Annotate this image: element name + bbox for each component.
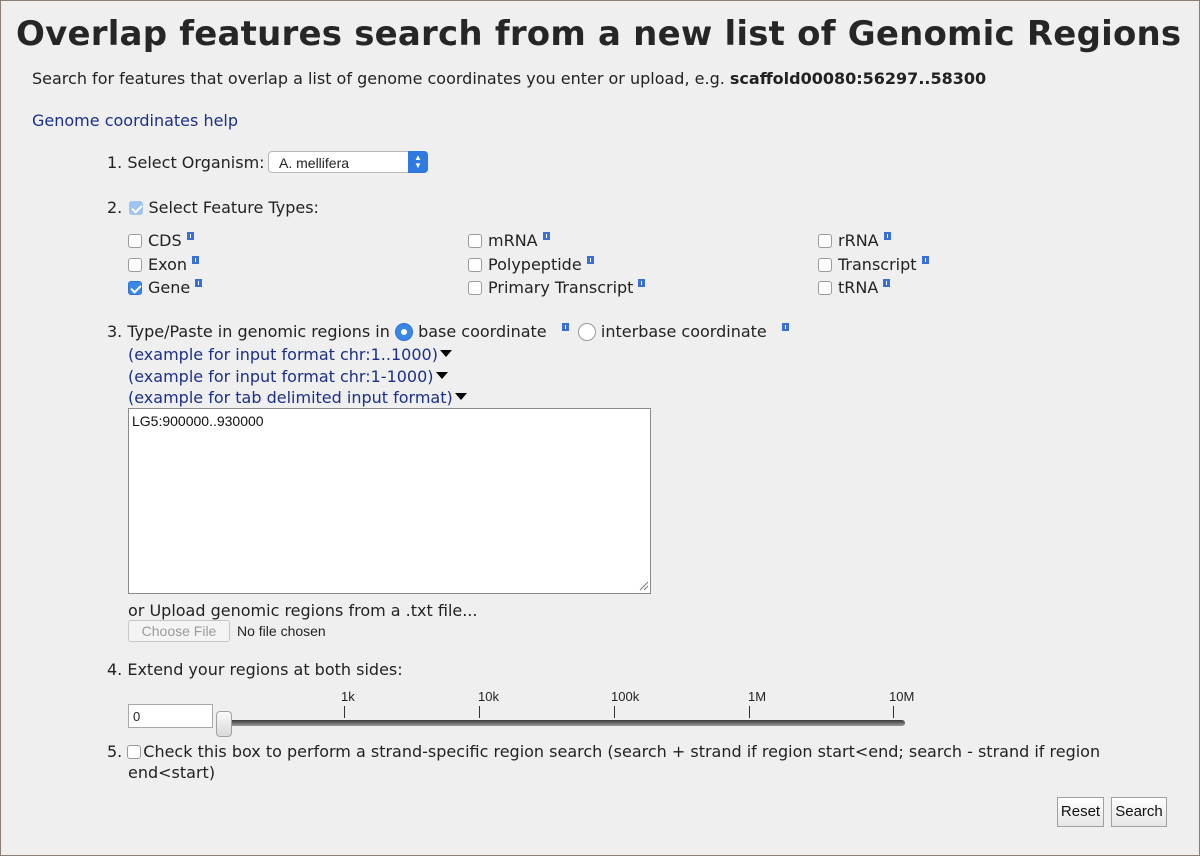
feature-checkbox[interactable] xyxy=(128,258,142,272)
page-title: Overlap features search from a new list … xyxy=(16,14,1182,54)
step5-text-line2: end<start) xyxy=(128,763,216,782)
strand-specific-checkbox[interactable] xyxy=(127,745,142,759)
info-icon[interactable] xyxy=(192,256,200,264)
reset-button[interactable]: Reset xyxy=(1057,797,1104,827)
feature-label: rRNA xyxy=(838,231,879,250)
choose-file-button[interactable]: Choose File xyxy=(128,620,230,642)
slider-tick xyxy=(614,706,615,718)
extend-regions-input[interactable]: 0 xyxy=(128,704,213,728)
step2-number: 2. xyxy=(107,198,123,217)
search-button[interactable]: Search xyxy=(1111,797,1167,827)
resize-handle-icon[interactable] xyxy=(639,581,649,591)
info-icon[interactable] xyxy=(638,279,646,287)
example-format-3[interactable]: (example for tab delimited input format) xyxy=(128,388,467,407)
intro-example: scaffold00080:56297..58300 xyxy=(729,69,987,88)
feature-label: Gene xyxy=(148,278,191,297)
feature-type-transcript[interactable]: Transcript xyxy=(818,255,929,274)
genomic-regions-textarea[interactable]: LG5:900000..930000 xyxy=(128,408,651,594)
interbase-coordinate-label: interbase coordinate xyxy=(600,322,767,341)
info-icon[interactable] xyxy=(921,256,929,264)
info-icon[interactable] xyxy=(561,323,569,331)
feature-label: Transcript xyxy=(838,255,917,274)
step5-number: 5. xyxy=(107,742,123,761)
no-file-chosen-text: No file chosen xyxy=(237,623,326,639)
slider-tick xyxy=(749,706,750,718)
step3-row: 3. Type/Paste in genomic regions in base… xyxy=(107,322,789,341)
info-icon[interactable] xyxy=(542,232,550,240)
feature-type-polypeptide[interactable]: Polypeptide xyxy=(468,255,594,274)
slider-tick xyxy=(893,706,894,718)
tick-label-1k: 1k xyxy=(341,689,355,704)
step1-label: 1. Select Organism: xyxy=(107,153,265,172)
triangle-down-icon xyxy=(454,393,467,400)
info-icon[interactable] xyxy=(781,323,789,331)
slider-tick xyxy=(344,706,345,718)
info-icon[interactable] xyxy=(883,232,891,240)
feature-type-mrna[interactable]: mRNA xyxy=(468,231,550,250)
intro-sentence: Search for features that overlap a list … xyxy=(32,69,730,88)
feature-label: tRNA xyxy=(838,278,879,297)
organism-select-value: A. mellifera xyxy=(279,155,350,171)
example-format-2[interactable]: (example for input format chr:1-1000) xyxy=(128,367,448,386)
base-coordinate-label: base coordinate xyxy=(418,322,547,341)
feature-label: Primary Transcript xyxy=(488,278,634,297)
tick-label-1m: 1M xyxy=(748,689,767,704)
base-coordinate-radio[interactable] xyxy=(394,323,413,341)
feature-type-rrna[interactable]: rRNA xyxy=(818,231,891,250)
example-format-1[interactable]: (example for input format chr:1..1000) xyxy=(128,345,452,364)
example-format-2-label: (example for input format chr:1-1000) xyxy=(128,367,434,386)
triangle-down-icon xyxy=(439,350,452,357)
info-icon[interactable] xyxy=(195,279,203,287)
feature-checkbox[interactable] xyxy=(818,258,832,272)
feature-type-trna[interactable]: tRNA xyxy=(818,278,891,297)
genome-coordinates-help-link[interactable]: Genome coordinates help xyxy=(32,111,238,130)
feature-checkbox[interactable] xyxy=(128,281,142,295)
feature-label: CDS xyxy=(148,231,182,250)
feature-checkbox[interactable] xyxy=(128,234,142,248)
step2-checkbox-label: Select Feature Types: xyxy=(148,198,319,217)
feature-checkbox[interactable] xyxy=(818,281,832,295)
step2-row: 2. Select Feature Types: xyxy=(107,198,319,217)
upload-label: or Upload genomic regions from a .txt fi… xyxy=(128,601,478,620)
step5-row: 5. Check this box to perform a strand-spe… xyxy=(107,742,1100,761)
select-arrows-icon: ▲ ▼ xyxy=(408,151,428,173)
triangle-down-icon xyxy=(435,372,448,379)
feature-label: mRNA xyxy=(488,231,538,250)
slider-tick xyxy=(479,706,480,718)
info-icon[interactable] xyxy=(883,279,891,287)
interbase-coordinate-radio[interactable] xyxy=(577,323,596,341)
example-format-3-label: (example for tab delimited input format) xyxy=(128,388,453,407)
tick-label-100k: 100k xyxy=(611,689,640,704)
feature-label: Polypeptide xyxy=(488,255,582,274)
feature-checkbox[interactable] xyxy=(468,281,482,295)
step3-label: 3. Type/Paste in genomic regions in xyxy=(107,322,390,341)
step5-text-line1: Check this box to perform a strand-speci… xyxy=(143,742,1101,761)
example-format-1-label: (example for input format chr:1..1000) xyxy=(128,345,438,364)
feature-type-primary-transcript[interactable]: Primary Transcript xyxy=(468,278,646,297)
feature-type-cds[interactable]: CDS xyxy=(128,231,194,250)
feature-type-exon[interactable]: Exon xyxy=(128,255,200,274)
extend-regions-slider-track[interactable] xyxy=(224,720,905,726)
info-icon[interactable] xyxy=(186,232,194,240)
info-icon[interactable] xyxy=(586,256,594,264)
organism-select[interactable]: A. mellifera ▲ ▼ xyxy=(268,151,428,173)
extend-regions-slider-handle[interactable] xyxy=(216,711,232,737)
feature-checkbox[interactable] xyxy=(818,234,832,248)
feature-label: Exon xyxy=(148,255,188,274)
feature-checkbox[interactable] xyxy=(468,258,482,272)
step4-label: 4. Extend your regions at both sides: xyxy=(107,660,403,679)
tick-label-10m: 10M xyxy=(889,689,915,704)
intro-text: Search for features that overlap a list … xyxy=(32,69,986,88)
feature-checkbox[interactable] xyxy=(468,234,482,248)
feature-type-gene[interactable]: Gene xyxy=(128,278,203,297)
select-feature-types-checkbox[interactable] xyxy=(129,201,144,215)
tick-label-10k: 10k xyxy=(478,689,499,704)
